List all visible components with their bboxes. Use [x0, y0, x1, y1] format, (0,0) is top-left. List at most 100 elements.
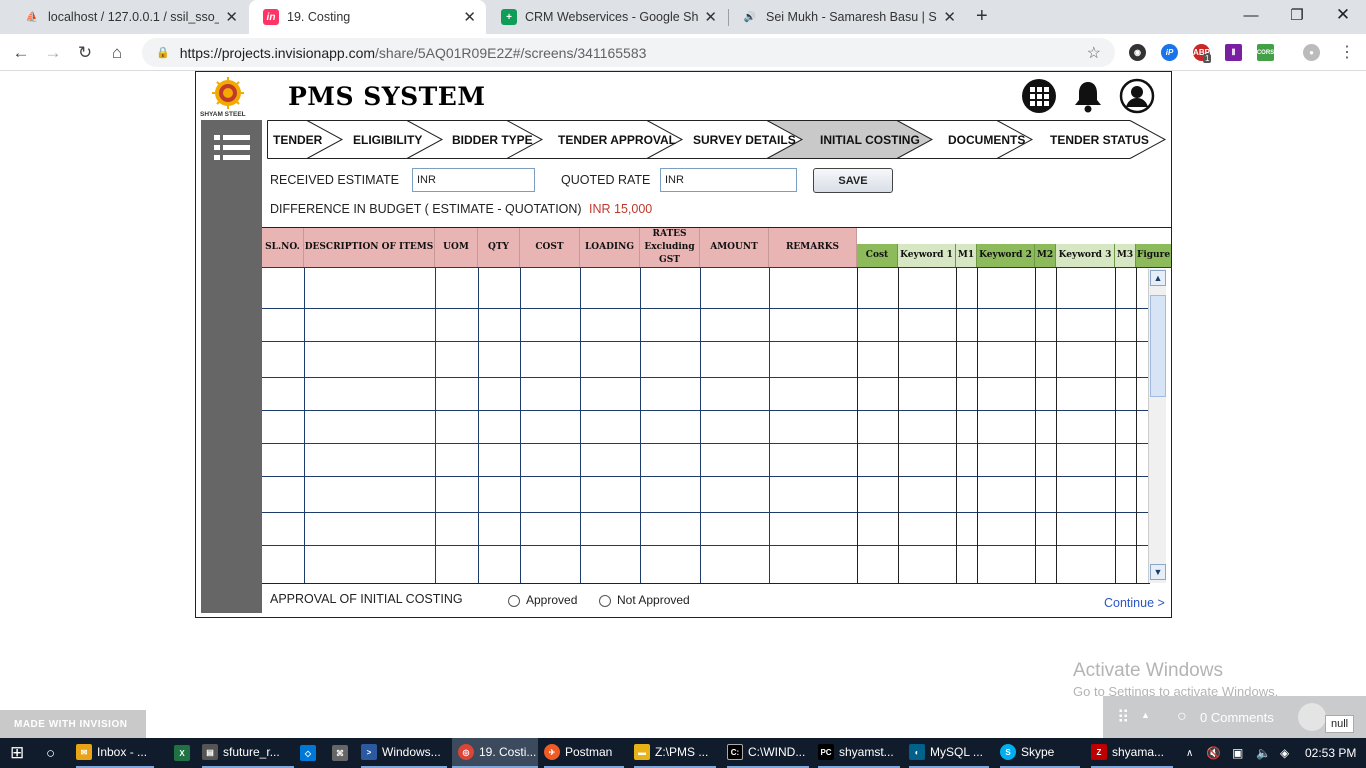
step-eligibility[interactable]: ELIGIBILITY [353, 120, 422, 159]
postman-icon: ✈ [544, 744, 560, 760]
window-close-icon[interactable]: ✕ [1320, 0, 1366, 30]
vscode-icon: ◇ [300, 745, 316, 761]
browser-tab-2[interactable]: in 19. Costing ✕ [249, 0, 486, 34]
made-with-invision-badge[interactable]: MADE WITH INVISION [0, 710, 146, 738]
taskbar-item-chrome[interactable]: ◎ 19. Costi... [452, 738, 538, 768]
table-scrollbar[interactable]: ▲ ▼ [1148, 269, 1166, 583]
bookmark-star-icon[interactable]: ☆ [1087, 43, 1101, 63]
taskbar-item-sfuture[interactable]: ▤ sfuture_r... [202, 738, 294, 768]
step-initial-costing[interactable]: INITIAL COSTING [820, 120, 920, 159]
continue-link[interactable]: Continue > [1104, 596, 1165, 610]
taskbar-label: shyamst... [839, 745, 894, 759]
speaker-icon[interactable]: 🔈 [1256, 738, 1271, 768]
browser-tab-3[interactable]: + CRM Webservices - Google Shee ✕ [487, 0, 727, 34]
browser-tab-4[interactable]: 🔊 Sei Mukh - Samaresh Basu | Sunc ✕ [728, 0, 966, 34]
taskbar-item-network[interactable]: ⌘ [332, 738, 353, 768]
security-tray-icon[interactable]: ◈ [1280, 738, 1289, 768]
volume-mute-icon[interactable]: 🔇 [1206, 738, 1221, 768]
activate-windows-watermark: Activate Windows Go to Settings to activ… [1073, 660, 1278, 699]
sheets-icon: + [501, 9, 517, 25]
taskbar-item-mysql[interactable]: ◐ MySQL ... [909, 738, 989, 768]
taskbar-item-inbox[interactable]: ✉ Inbox - ... [76, 738, 154, 768]
profile-icon[interactable]: ● [1303, 44, 1320, 61]
cmd-icon: C: [727, 744, 743, 760]
row-line [262, 443, 1150, 444]
step-tender-approval[interactable]: TENDER APPROVAL [558, 120, 676, 159]
step-tender-status[interactable]: TENDER STATUS [1050, 120, 1149, 159]
step-documents[interactable]: DOCUMENTS [948, 120, 1025, 159]
logo-text: SHYAM STEEL [200, 111, 246, 118]
extension-cors-icon[interactable]: CORS [1257, 44, 1274, 61]
notification-bell-icon[interactable] [1070, 78, 1106, 114]
menu-kebab-icon[interactable]: ⋮ [1339, 42, 1355, 62]
caret-up-icon[interactable]: ▲ [1141, 710, 1150, 720]
taskbar-item-postman[interactable]: ✈ Postman [544, 738, 624, 768]
not-approved-radio[interactable] [599, 595, 611, 607]
step-tender[interactable]: TENDER [273, 120, 322, 159]
col-header-rates: RATES Excluding GST [640, 228, 700, 267]
close-icon[interactable]: ✕ [225, 8, 238, 26]
not-approved-radio-label[interactable]: Not Approved [617, 593, 690, 607]
taskbar-label: Postman [565, 745, 613, 759]
taskbar-label: shyama... [1112, 745, 1165, 759]
quoted-rate-input[interactable]: INR [660, 168, 797, 192]
save-button[interactable]: SAVE [813, 168, 893, 193]
comments-count[interactable]: 0 Comments [1200, 710, 1274, 725]
windows-start-icon[interactable]: ⊞ [10, 738, 24, 768]
extension-color-icon[interactable]: ◉ [1129, 44, 1146, 61]
col-line [520, 267, 521, 583]
step-survey-details[interactable]: SURVEY DETAILS [693, 120, 796, 159]
scroll-thumb[interactable] [1150, 295, 1166, 397]
filezilla-icon: Z [1091, 744, 1107, 760]
restore-icon[interactable]: ❐ [1274, 0, 1320, 30]
approved-radio[interactable] [508, 595, 520, 607]
taskbar-item-windows-powershell[interactable]: > Windows... [361, 738, 447, 768]
app-window-icon: ▤ [202, 744, 218, 760]
browser-tab-1[interactable]: ⛵ localhost / 127.0.0.1 / ssil_sso_ms ✕ [10, 0, 248, 34]
row-line [262, 512, 1150, 513]
scroll-down-icon[interactable]: ▼ [1150, 564, 1166, 580]
taskbar-item-vscode[interactable]: ◇ [300, 738, 321, 768]
taskbar-item-folder[interactable]: ▬ Z:\PMS ... [634, 738, 716, 768]
home-icon[interactable]: ⌂ [104, 40, 130, 66]
minimize-icon[interactable]: — [1228, 0, 1274, 30]
col-line [580, 267, 581, 583]
close-icon[interactable]: ✕ [704, 8, 717, 26]
close-icon[interactable]: ✕ [943, 8, 956, 26]
approved-radio-label[interactable]: Approved [526, 593, 577, 607]
reload-icon[interactable]: ↻ [72, 40, 98, 66]
scroll-up-icon[interactable]: ▲ [1150, 270, 1166, 286]
received-estimate-input[interactable]: INR [412, 168, 535, 192]
col-header-kw-cost: Cost [857, 244, 898, 267]
row-line [262, 410, 1150, 411]
mysql-icon: ◐ [909, 744, 925, 760]
taskbar-item-filezilla[interactable]: Zshyama... [1091, 738, 1173, 768]
back-icon[interactable]: ← [8, 40, 34, 66]
new-tab-icon[interactable]: + [976, 5, 988, 28]
hamburger-menu-icon[interactable] [214, 134, 250, 165]
network-tray-icon[interactable]: ▣ [1232, 738, 1243, 768]
tray-overflow-icon[interactable]: ∧ [1186, 738, 1193, 768]
tab-title: CRM Webservices - Google Shee [525, 10, 699, 24]
forward-icon[interactable]: → [40, 40, 66, 66]
apps-grid-icon[interactable] [1021, 78, 1057, 114]
taskbar-item-skype[interactable]: S Skype [1000, 738, 1080, 768]
close-icon[interactable]: ✕ [463, 8, 476, 26]
col-header-loading: LOADING [580, 228, 640, 267]
taskbar-item-cmd[interactable]: C: C:\WIND... [727, 738, 809, 768]
extension-ip-icon[interactable]: iP [1161, 44, 1178, 61]
taskbar-item-excel[interactable]: X [174, 738, 195, 768]
grid-menu-icon[interactable]: ⠿ [1117, 708, 1129, 728]
audio-icon: 🔊 [743, 11, 757, 23]
address-bar[interactable]: 🔒 https://projects.invisionapp.com/share… [142, 38, 1115, 67]
cortana-search-icon[interactable]: ○ [46, 738, 55, 768]
clock[interactable]: 02:53 PM [1305, 738, 1356, 768]
page-title: PMS SYSTEM [288, 82, 486, 111]
user-profile-icon[interactable] [1119, 78, 1155, 114]
chrome-icon: ◎ [458, 744, 474, 760]
step-bidder-type[interactable]: BIDDER TYPE [452, 120, 533, 159]
taskbar-item-phpstorm[interactable]: PC shyamst... [818, 738, 900, 768]
approval-label: APPROVAL OF INITIAL COSTING [270, 592, 463, 606]
comment-mode-toggle[interactable] [1298, 703, 1326, 731]
extension-grid-icon[interactable]: ⫴ [1225, 44, 1242, 61]
